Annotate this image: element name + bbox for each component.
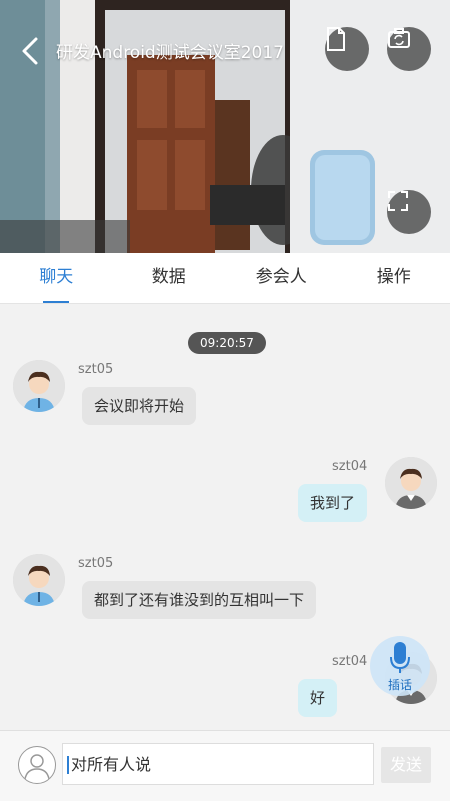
back-icon[interactable] bbox=[18, 35, 46, 67]
text-caret bbox=[67, 756, 69, 774]
switch-camera-button[interactable] bbox=[387, 27, 431, 71]
sender-name: szt04 bbox=[332, 654, 367, 669]
tab-bar: 聊天 数据 参会人 操作 bbox=[0, 253, 450, 304]
message-input-bar: 对所有人说 发送 bbox=[0, 730, 450, 801]
message-bubble[interactable]: 都到了还有谁没到的互相叫一下 bbox=[82, 581, 316, 619]
user-icon[interactable] bbox=[18, 746, 56, 784]
video-top-bar: 研发Android测试会议室2017 bbox=[0, 0, 450, 100]
tab-operations[interactable]: 操作 bbox=[338, 253, 450, 303]
tab-data[interactable]: 数据 bbox=[113, 253, 226, 303]
fullscreen-button[interactable] bbox=[387, 190, 431, 234]
mic-label: 插话 bbox=[370, 676, 430, 693]
interject-mic-button[interactable]: 插话 bbox=[370, 636, 430, 696]
avatar[interactable] bbox=[13, 360, 65, 412]
tab-participants[interactable]: 参会人 bbox=[225, 253, 338, 303]
timestamp-badge: 09:20:57 bbox=[188, 332, 266, 354]
sender-name: szt04 bbox=[332, 459, 367, 474]
message-input[interactable]: 对所有人说 bbox=[62, 743, 374, 785]
microphone-icon bbox=[390, 642, 410, 678]
avatar[interactable] bbox=[385, 457, 437, 509]
document-button[interactable] bbox=[325, 27, 369, 71]
meeting-title: 研发Android测试会议室2017 bbox=[56, 38, 284, 63]
video-feed[interactable]: 研发Android测试会议室2017 bbox=[0, 0, 450, 253]
message-bubble[interactable]: 会议即将开始 bbox=[82, 387, 196, 425]
message-bubble[interactable]: 好 bbox=[298, 679, 337, 717]
send-button[interactable]: 发送 bbox=[381, 747, 431, 783]
tab-chat[interactable]: 聊天 bbox=[0, 253, 113, 303]
message-bubble[interactable]: 我到了 bbox=[298, 484, 367, 522]
avatar[interactable] bbox=[13, 554, 65, 606]
sender-name: szt05 bbox=[78, 362, 113, 377]
sender-name: szt05 bbox=[78, 556, 113, 571]
